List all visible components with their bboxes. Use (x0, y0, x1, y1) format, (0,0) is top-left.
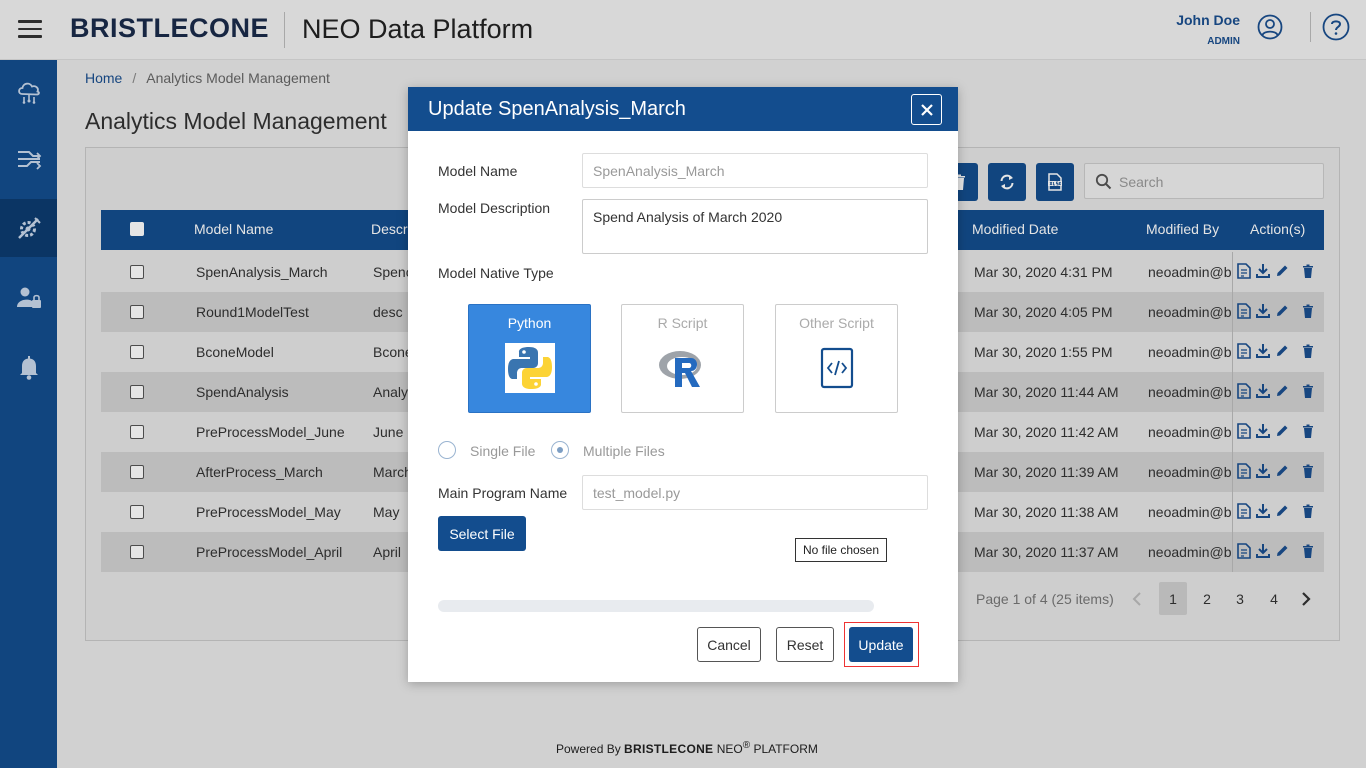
update-button[interactable]: Update (849, 627, 913, 662)
model-name-label: Model Name (438, 163, 518, 179)
dialog-header: Update SpenAnalysis_March (408, 87, 958, 131)
dialog-title: Update SpenAnalysis_March (428, 98, 686, 120)
multiple-files-radio[interactable] (551, 441, 569, 459)
type-card-other-script[interactable]: Other Script (775, 304, 898, 413)
upload-progress-bar (438, 600, 874, 612)
model-description-label: Model Description (438, 200, 551, 216)
python-logo-icon (505, 343, 555, 393)
main-program-label: Main Program Name (438, 485, 568, 501)
select-file-button[interactable]: Select File (438, 516, 526, 551)
main-program-input[interactable] (582, 475, 928, 510)
model-name-input[interactable] (582, 153, 928, 188)
no-file-chosen-tooltip: No file chosen (795, 538, 887, 562)
type-card-r-script[interactable]: R Script (621, 304, 744, 413)
type-card-r-script-label: R Script (657, 315, 708, 331)
cancel-button[interactable]: Cancel (697, 627, 761, 662)
close-icon (920, 103, 933, 116)
model-description-input[interactable]: Spend Analysis of March 2020 (582, 199, 928, 254)
type-card-python-label: Python (507, 315, 552, 331)
reset-button[interactable]: Reset (776, 627, 834, 662)
dialog-close-button[interactable] (911, 94, 942, 125)
multiple-files-label: Multiple Files (583, 443, 665, 459)
type-card-other-script-label: Other Script (799, 315, 874, 331)
model-native-type-label: Model Native Type (438, 265, 554, 281)
type-card-python[interactable]: Python (468, 304, 591, 413)
single-file-radio[interactable] (438, 441, 456, 459)
single-file-label: Single File (470, 443, 536, 459)
update-model-dialog: Update SpenAnalysis_March Model Name Mod… (408, 87, 958, 682)
r-logo-icon (659, 351, 701, 387)
code-file-icon (820, 347, 854, 389)
